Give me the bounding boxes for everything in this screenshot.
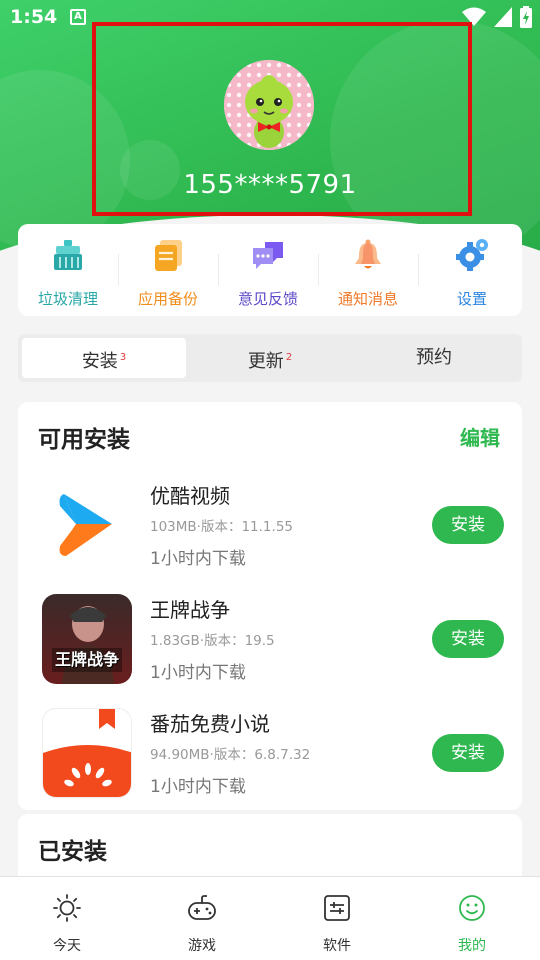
nav-label: 我的 <box>458 938 486 954</box>
mascot-avatar-icon <box>224 60 314 150</box>
gear-icon <box>456 239 488 271</box>
quick-action-feedback[interactable]: 意见反馈 <box>218 238 318 309</box>
app-name: 优酷视频 <box>150 484 230 508</box>
game-icon-text: 王牌战争 <box>54 650 119 669</box>
phone-number: 155****5791 <box>183 170 357 200</box>
app-download-time: 1小时内下载 <box>150 663 246 683</box>
list-item[interactable]: 优酷视频 103MB·版本：11.1.55 1小时内下载 安装 <box>18 480 522 580</box>
available-install-card: 可用安装 编辑 优酷视频 103MB·版本：11.1.55 1小时内下载 安装 … <box>18 402 522 810</box>
app-name: 王牌战争 <box>150 598 230 622</box>
install-button[interactable]: 安装 <box>432 620 504 658</box>
install-button[interactable]: 安装 <box>432 734 504 772</box>
tab-label: 更新 <box>247 351 284 372</box>
smile-icon <box>459 895 485 921</box>
battery-icon <box>520 6 532 28</box>
bell-icon <box>355 239 381 269</box>
tab-update[interactable]: 更新 2 <box>188 338 352 378</box>
list-item[interactable]: 王牌战争 王牌战争 1.83GB·版本：19.5 1小时内下载 安装 <box>18 594 522 694</box>
tab-install[interactable]: 安装 3 <box>22 338 186 378</box>
tomato-novel-app-icon <box>42 708 132 798</box>
nav-label: 软件 <box>323 938 351 954</box>
gamepad-icon <box>188 895 216 920</box>
divider <box>418 254 419 286</box>
edit-button[interactable]: 编辑 <box>460 422 500 451</box>
nav-item-mine[interactable]: 我的 <box>422 893 522 955</box>
signal-icon <box>494 7 512 27</box>
software-icon <box>324 895 350 921</box>
bottom-nav: 今天 游戏 软件 我的 <box>0 876 540 960</box>
tab-bar: 安装 3 更新 2 预约 <box>18 334 522 382</box>
quick-action-notifications[interactable]: 通知消息 <box>318 238 418 309</box>
tab-label: 安装 <box>81 351 118 372</box>
quick-action-label: 意见反馈 <box>237 290 298 308</box>
app-download-time: 1小时内下载 <box>150 549 246 569</box>
install-button[interactable]: 安装 <box>432 506 504 544</box>
section-title: 已安装 <box>38 839 107 865</box>
app-download-time: 1小时内下载 <box>150 777 246 797</box>
avatar[interactable] <box>224 60 314 150</box>
app-meta: 94.90MB·版本：6.8.7.32 <box>150 747 311 763</box>
quick-action-label: 应用备份 <box>137 290 198 308</box>
list-item[interactable]: 番茄免费小说 94.90MB·版本：6.8.7.32 1小时内下载 安装 <box>18 708 522 808</box>
notification-icon: A <box>70 9 86 25</box>
game-app-icon: 王牌战争 <box>42 594 132 684</box>
status-time: 1:54 <box>10 6 58 28</box>
app-meta: 103MB·版本：11.1.55 <box>150 519 293 535</box>
tab-label: 预约 <box>416 347 452 368</box>
quick-action-label: 设置 <box>456 290 487 308</box>
nav-item-games[interactable]: 游戏 <box>152 893 252 955</box>
nav-item-software[interactable]: 软件 <box>287 893 387 955</box>
quick-actions-card: 垃圾清理 应用备份 意见反馈 通知消息 设置 <box>18 224 522 316</box>
nav-label: 今天 <box>53 938 81 954</box>
quick-action-label: 通知消息 <box>337 290 398 308</box>
backup-icon <box>155 240 182 271</box>
broom-icon <box>54 240 82 270</box>
sun-icon <box>53 894 81 922</box>
nav-item-today[interactable]: 今天 <box>17 893 117 955</box>
tab-badge: 2 <box>285 352 293 363</box>
quick-action-label: 垃圾清理 <box>37 290 98 308</box>
quick-action-app-backup[interactable]: 应用备份 <box>118 238 218 309</box>
app-name: 番茄免费小说 <box>150 712 270 736</box>
feedback-icon <box>253 242 283 269</box>
tab-reserve[interactable]: 预约 <box>352 338 516 378</box>
nav-label: 游戏 <box>188 938 216 954</box>
app-meta: 1.83GB·版本：19.5 <box>150 633 275 649</box>
quick-action-settings[interactable]: 设置 <box>422 238 522 309</box>
tab-badge: 3 <box>119 352 127 363</box>
youku-app-icon <box>42 480 132 570</box>
section-title: 可用安装 <box>38 427 130 453</box>
quick-action-junk-clean[interactable]: 垃圾清理 <box>18 238 118 309</box>
status-icons <box>462 6 532 28</box>
